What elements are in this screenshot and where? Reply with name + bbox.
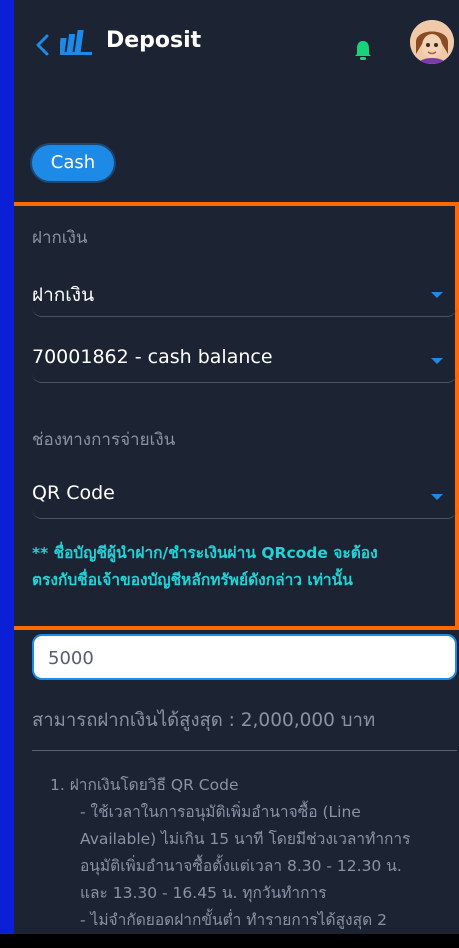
deposit-type-label: ฝากเงิน [32, 228, 88, 248]
info-line: - ใช้เวลาในการอนุมัติเพิ่มอำนาจซื้อ (Lin… [80, 803, 361, 821]
deposit-type-value: ฝากเงิน [32, 284, 95, 306]
chevron-down-icon [431, 292, 443, 298]
bottom-bar [0, 934, 459, 948]
deposit-info: 1. ฝากเงินโดยวิธี QR Code - ใช้เวลาในการ… [50, 772, 459, 934]
divider [32, 750, 457, 751]
info-line: - ไม่จำกัดยอดฝากขั้นต่ำ ทำรายการได้สูงสุ… [80, 911, 387, 929]
app-logo-icon [58, 28, 94, 56]
chevron-down-icon [431, 358, 443, 364]
amount-input[interactable]: 5000 [32, 634, 457, 680]
tab-cash[interactable]: Cash [32, 145, 114, 181]
back-button[interactable] [28, 30, 58, 60]
info-line: Available) ไม่เกิน 15 นาที โดยมีช่วงเวลา… [80, 830, 411, 848]
qr-warning-note: ** ชื่อบัญชีผู้นำฝาก/ชำระเงินผ่าน QRcode… [32, 540, 452, 594]
info-line: และ 13.30 - 16.45 น. ทุกวันทำการ [80, 884, 327, 902]
deposit-type-select[interactable]: ฝากเงิน [32, 270, 457, 317]
chevron-down-icon [431, 494, 443, 500]
page-title: Deposit [106, 28, 202, 53]
avatar[interactable] [410, 20, 454, 64]
account-value: 70001862 - cash balance [32, 346, 273, 368]
header: Deposit [14, 0, 459, 90]
chevron-left-icon [36, 34, 49, 56]
account-select[interactable]: 70001862 - cash balance [32, 336, 457, 383]
qr-warning-line-1: ** ชื่อบัญชีผู้นำฝาก/ชำระเงินผ่าน QRcode… [32, 544, 378, 562]
notification-button[interactable] [352, 38, 374, 62]
bell-icon [355, 41, 371, 60]
info-item-title: 1. ฝากเงินโดยวิธี QR Code [50, 776, 239, 794]
payment-channel-label: ช่องทางการจ่ายเงิน [32, 430, 176, 450]
qr-warning-line-2: ตรงกับชื่อเจ้าของบัญชีหลักทรัพย์ดังกล่าว… [32, 571, 353, 589]
max-deposit-text: สามารถฝากเงินได้สูงสุด : 2,000,000 บาท [32, 710, 376, 731]
info-line: อนุมัติเพิ่มอำนาจซื้อตั้งแต่เวลา 8.30 - … [80, 857, 402, 875]
deposit-screen: Deposit Cash ฝากเงิน ฝากเงิน 70001862 - … [14, 0, 459, 934]
payment-channel-select[interactable]: QR Code [32, 472, 457, 519]
payment-channel-value: QR Code [32, 482, 115, 504]
